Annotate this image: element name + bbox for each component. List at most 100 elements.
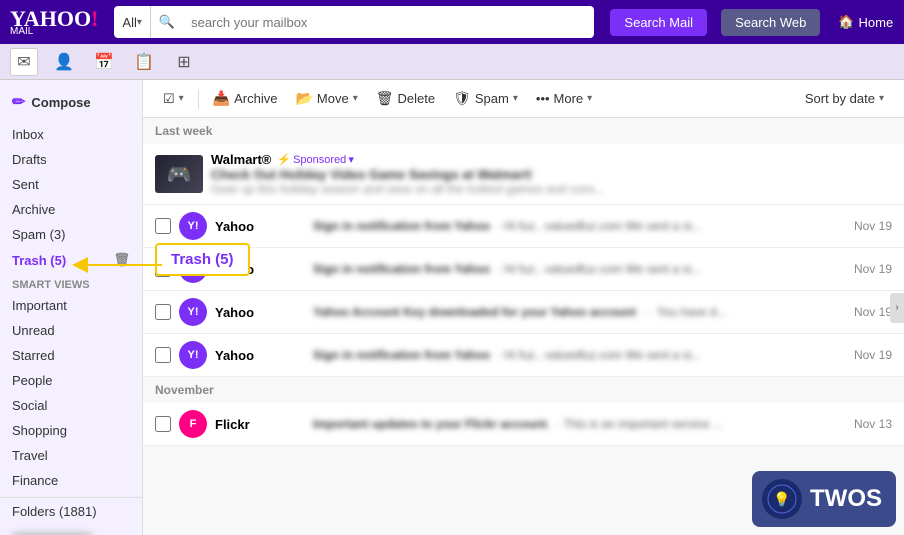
compose-button[interactable]: ✏ Compose	[0, 86, 142, 118]
yahoo-mail-sub: MAIL	[10, 26, 98, 37]
email-checkbox[interactable]	[155, 347, 171, 363]
sidebar: ✏ Compose Inbox Drafts Sent Archive Spam…	[0, 80, 143, 535]
yahoo-avatar: Y!	[179, 298, 207, 326]
content-area: ☑ ▾ 📥 Archive 📂 Move ▾ 🗑 Delete 🛡 Spam ▾	[143, 80, 904, 535]
compose-icon: ✏	[12, 92, 25, 112]
yahoo-avatar: Y!	[179, 255, 207, 283]
starred-label: Starred	[12, 348, 55, 363]
inbox-label: Inbox	[12, 127, 44, 142]
search-web-button[interactable]: Search Web	[721, 9, 820, 36]
date-yahoo2: Nov 19	[842, 262, 892, 276]
shopping-label: Shopping	[12, 423, 67, 438]
home-button[interactable]: 🏠 Home	[838, 14, 893, 30]
sender-flickr: Flickr	[215, 417, 305, 432]
subject-yahoo2: Sign in notification from Yahoo · Hi fuz…	[313, 262, 834, 276]
search-mail-button[interactable]: Search Mail	[610, 9, 707, 36]
important-label: Important	[12, 298, 67, 313]
search-icon: 🔍	[151, 14, 183, 30]
sidebar-item-trash[interactable]: Trash (5) 🗑	[0, 247, 142, 273]
sidebar-item-inbox[interactable]: Inbox	[0, 122, 142, 147]
sender-yahoo4: Yahoo	[215, 348, 305, 363]
email-row-yahoo2[interactable]: Y! Yahoo Sign in notification from Yahoo…	[143, 248, 904, 291]
move-label: Move	[317, 91, 349, 106]
sort-button[interactable]: Sort by date ▾	[797, 87, 892, 110]
sender-yahoo2: Yahoo	[215, 262, 305, 277]
spam-icon: 🛡	[453, 90, 471, 107]
drafts-label: Drafts	[12, 152, 47, 167]
more-label: More	[554, 91, 584, 106]
delete-icon: 🗑	[376, 90, 394, 107]
envelope-icon[interactable]: ✉	[10, 48, 38, 76]
collapse-panel-button[interactable]: ›	[890, 293, 904, 323]
twos-logo: 💡	[762, 479, 802, 519]
more-dots-icon: •••	[536, 91, 550, 106]
sidebar-item-social[interactable]: Social	[0, 393, 142, 418]
subject-yahoo1: Sign in notification from Yahoo · Hi fuz…	[313, 219, 834, 233]
email-row-yahoo1[interactable]: Y! Yahoo Sign in notification from Yahoo…	[143, 205, 904, 248]
svg-text:💡: 💡	[773, 491, 790, 508]
archive-button[interactable]: 📥 Archive	[205, 86, 286, 111]
sidebar-item-shopping[interactable]: Shopping	[0, 418, 142, 443]
search-input[interactable]	[183, 15, 594, 30]
date-yahoo1: Nov 19	[842, 219, 892, 233]
main-layout: ✏ Compose Inbox Drafts Sent Archive Spam…	[0, 80, 904, 535]
date-flickr: Nov 13	[842, 417, 892, 431]
sidebar-item-starred[interactable]: Starred	[0, 343, 142, 368]
contact-icon[interactable]: 👤	[50, 48, 78, 76]
chevron-down-icon: ▾	[179, 93, 184, 104]
yahoo-logo-wrap: YAHOO! MAIL	[10, 8, 98, 37]
email-checkbox[interactable]	[155, 304, 171, 320]
sidebar-item-folders[interactable]: Folders (1881)	[0, 497, 142, 524]
travel-label: Travel	[12, 448, 48, 463]
archive-label: Archive	[234, 91, 277, 106]
more-button[interactable]: ••• More ▾	[528, 87, 600, 110]
sender-yahoo3: Yahoo	[215, 305, 305, 320]
move-icon: 📂	[295, 90, 312, 107]
sidebar-item-finance[interactable]: Finance	[0, 468, 142, 493]
email-row-yahoo3[interactable]: Y! Yahoo Yahoo Account Key downloaded fo…	[143, 291, 904, 334]
email-checkbox[interactable]	[155, 416, 171, 432]
search-type-dropdown[interactable]: All ▾	[114, 6, 150, 38]
icon-bar: ✉ 👤 📅 📋 ⊞	[0, 44, 904, 80]
date-yahoo3: Nov 19	[842, 305, 892, 319]
home-label: Home	[859, 15, 894, 30]
spam-label: Spam (3)	[12, 227, 65, 242]
move-button[interactable]: 📂 Move ▾	[287, 86, 365, 111]
walmart-info: Walmart® ⚡ Sponsored ▾ Check Out Holiday…	[211, 152, 892, 196]
notepad-icon[interactable]: 📋	[130, 48, 158, 76]
toolbar-separator	[198, 89, 199, 109]
subject-flickr: Important updates to your Flickr account…	[313, 417, 834, 431]
sent-label: Sent	[12, 177, 39, 192]
email-checkbox[interactable]	[155, 218, 171, 234]
archive-label: Archive	[12, 202, 55, 217]
smart-views-title: Smart Views	[0, 273, 142, 293]
sidebar-item-spam[interactable]: Spam (3)	[0, 222, 142, 247]
grid-icon[interactable]: ⊞	[170, 48, 198, 76]
chevron-down-icon: ▾	[513, 93, 518, 104]
email-row-walmart[interactable]: 🎮 Walmart® ⚡ Sponsored ▾ Check Out Holid…	[143, 144, 904, 205]
select-all-button[interactable]: ☑ ▾	[155, 87, 192, 111]
sidebar-item-sent[interactable]: Sent	[0, 172, 142, 197]
spam-button[interactable]: 🛡 Spam ▾	[445, 86, 526, 111]
sidebar-item-account[interactable]	[0, 528, 142, 535]
sidebar-item-people[interactable]: People	[0, 368, 142, 393]
calendar-icon[interactable]: 📅	[90, 48, 118, 76]
chevron-down-icon: ▾	[353, 93, 358, 104]
sidebar-item-archive[interactable]: Archive	[0, 197, 142, 222]
walmart-subject: Check Out Holiday Video Game Savings at …	[211, 167, 892, 182]
sidebar-item-important[interactable]: Important	[0, 293, 142, 318]
sidebar-item-travel[interactable]: Travel	[0, 443, 142, 468]
email-row-flickr[interactable]: F Flickr Important updates to your Flick…	[143, 403, 904, 446]
walmart-sender: Walmart®	[211, 152, 271, 167]
chevron-down-icon: ▾	[879, 93, 884, 104]
sidebar-item-unread[interactable]: Unread	[0, 318, 142, 343]
folders-label: Folders (1881)	[12, 504, 97, 519]
search-bar: All ▾ 🔍	[114, 6, 594, 38]
email-checkbox[interactable]	[155, 261, 171, 277]
sidebar-item-drafts[interactable]: Drafts	[0, 147, 142, 172]
delete-button[interactable]: 🗑 Delete	[368, 86, 443, 111]
email-row-yahoo4[interactable]: Y! Yahoo Sign in notification from Yahoo…	[143, 334, 904, 377]
social-label: Social	[12, 398, 47, 413]
twos-label: TWOS	[810, 485, 882, 513]
walmart-preview: Gear up this holiday season and save on …	[211, 182, 892, 196]
